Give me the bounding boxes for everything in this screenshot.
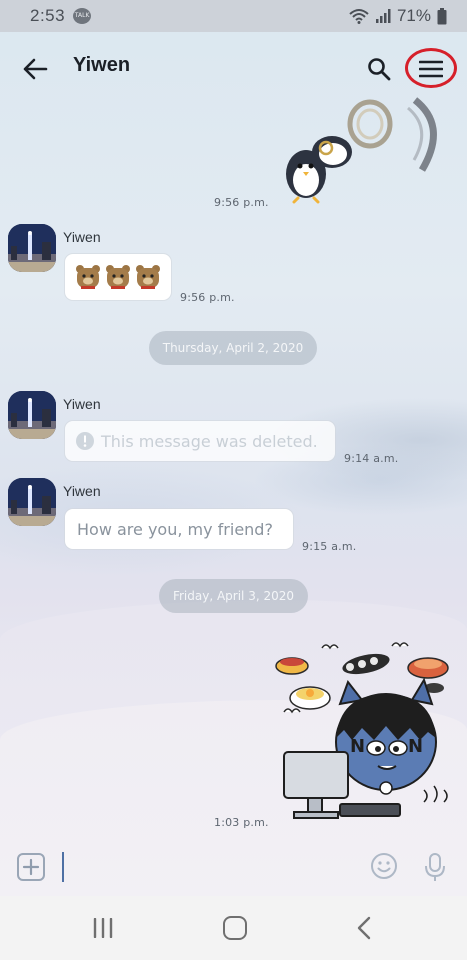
message-time: 9:56 p.m. bbox=[180, 291, 235, 304]
sender-name: Yiwen bbox=[63, 396, 101, 412]
avatar[interactable] bbox=[8, 478, 56, 526]
menu-highlight-circle bbox=[405, 48, 457, 88]
avatar-night-city-image bbox=[8, 224, 56, 272]
system-back-button[interactable] bbox=[355, 916, 375, 940]
message-time: 9:14 a.m. bbox=[344, 452, 399, 465]
chat-title: Yiwen bbox=[73, 54, 131, 76]
status-indicators: 71% bbox=[349, 6, 447, 26]
message-time: 9:15 a.m. bbox=[302, 540, 357, 553]
plus-icon bbox=[22, 858, 40, 876]
sender-name: Yiwen bbox=[63, 229, 101, 245]
system-nav-bar bbox=[0, 896, 467, 960]
cat-eating-at-computer-sticker: N N bbox=[275, 642, 449, 819]
talk-notification-icon: TALK bbox=[73, 8, 92, 24]
message-text: This message was deleted. bbox=[101, 431, 318, 451]
avatar-night-city-image bbox=[8, 478, 56, 526]
message-time: 9:56 p.m. bbox=[214, 196, 269, 209]
bear-face-emoticon bbox=[76, 265, 100, 289]
attach-button[interactable] bbox=[17, 853, 45, 881]
sticker-bubble[interactable] bbox=[65, 254, 171, 300]
search-button[interactable] bbox=[364, 54, 394, 84]
back-chevron-icon bbox=[357, 916, 371, 940]
message-input-bar bbox=[0, 840, 467, 896]
home-icon[interactable] bbox=[223, 916, 247, 940]
battery-icon bbox=[437, 7, 447, 24]
avatar-night-city-image bbox=[8, 391, 56, 439]
message-input[interactable] bbox=[62, 852, 64, 882]
info-icon bbox=[76, 432, 94, 450]
message-time: 1:03 p.m. bbox=[214, 816, 269, 829]
avatar[interactable] bbox=[8, 391, 56, 439]
avatar[interactable] bbox=[8, 224, 56, 272]
svg-text:N: N bbox=[408, 736, 423, 757]
recent-apps-button[interactable] bbox=[91, 917, 115, 939]
search-icon bbox=[368, 58, 391, 81]
message-bubble[interactable]: How are you, my friend? bbox=[65, 509, 293, 549]
recent-apps-icon bbox=[93, 917, 113, 939]
battery-percent: 71% bbox=[396, 6, 431, 25]
date-divider: Thursday, April 2, 2020 bbox=[149, 331, 317, 365]
bear-face-emoticon bbox=[136, 265, 160, 289]
penguin-with-ring-sticker bbox=[286, 136, 352, 204]
back-button[interactable] bbox=[20, 54, 50, 84]
menu-button[interactable] bbox=[405, 48, 457, 90]
status-bar: 2:53 TALK 71% bbox=[0, 0, 467, 32]
message-text: How are you, my friend? bbox=[77, 519, 273, 539]
emoji-icon bbox=[371, 853, 397, 879]
status-time: 2:53 bbox=[30, 6, 66, 25]
chat-header: Yiwen bbox=[0, 32, 467, 104]
signal-icon bbox=[375, 9, 391, 23]
microphone-icon bbox=[425, 853, 445, 881]
emoji-button[interactable] bbox=[370, 852, 398, 880]
svg-text:N: N bbox=[350, 736, 365, 757]
bear-face-emoticon bbox=[106, 265, 130, 289]
wifi-icon bbox=[349, 9, 369, 24]
date-divider: Friday, April 3, 2020 bbox=[159, 579, 308, 613]
arrow-left-icon bbox=[23, 58, 48, 80]
deleted-message-bubble[interactable]: This message was deleted. bbox=[65, 421, 335, 461]
sender-name: Yiwen bbox=[63, 483, 101, 499]
voice-button[interactable] bbox=[424, 852, 446, 882]
